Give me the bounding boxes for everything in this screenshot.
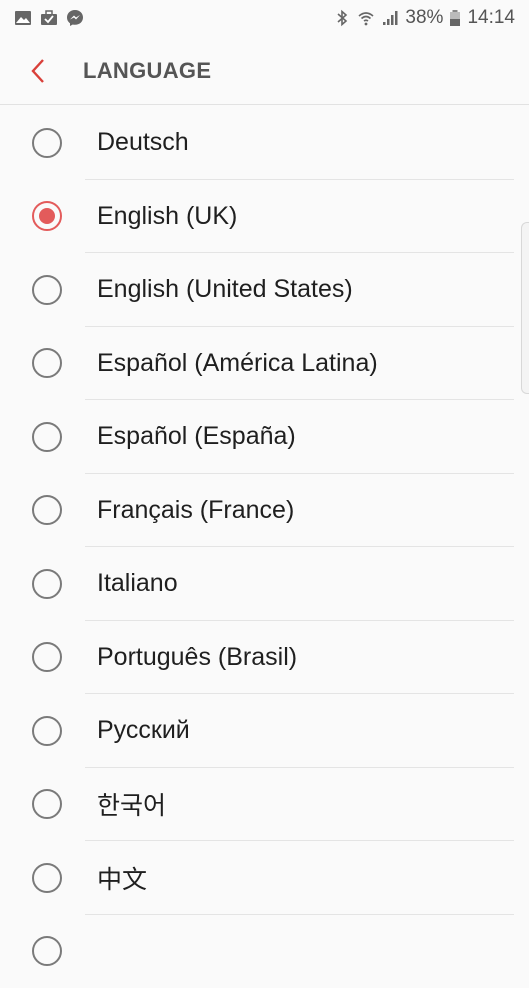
radio-button[interactable] [32,128,62,158]
clock: 14:14 [467,7,515,29]
back-button[interactable] [22,56,52,86]
wifi-icon [357,9,375,27]
radio-button-selected[interactable] [32,201,62,231]
notification-icons [14,9,84,27]
radio-button[interactable] [32,495,62,525]
messenger-icon [66,9,84,27]
language-option-espanol-latam[interactable]: Español (América Latina) [0,327,529,401]
language-option-espanol-espana[interactable]: Español (España) [0,400,529,474]
language-option-portugues[interactable]: Português (Brasil) [0,621,529,695]
bluetooth-icon [333,9,351,27]
language-option-deutsch[interactable]: Deutsch [0,106,529,180]
language-option-chinese[interactable]: 中文 [0,841,529,915]
chevron-left-icon [28,57,46,85]
radio-button[interactable] [32,275,62,305]
language-option-korean[interactable]: 한국어 [0,768,529,842]
radio-button[interactable] [32,936,62,966]
scroll-handle[interactable] [521,222,529,394]
language-label: Deutsch [97,128,189,157]
language-label: Русский [97,716,190,745]
status-bar: 38% 14:14 [0,0,529,36]
language-option-russian[interactable]: Русский [0,694,529,768]
app-bar: LANGUAGE [0,36,529,105]
language-label: Italiano [97,569,178,598]
language-label: English (United States) [97,275,353,304]
battery-percent: 38% [405,7,443,29]
language-list: Deutsch English (UK) English (United Sta… [0,106,529,988]
language-label: 한국어 [97,786,166,822]
battery-icon [449,9,461,27]
language-label: Français (France) [97,496,294,525]
page-title: LANGUAGE [83,58,211,84]
language-option-francais[interactable]: Français (France) [0,474,529,548]
radio-button[interactable] [32,863,62,893]
radio-button[interactable] [32,642,62,672]
radio-button[interactable] [32,569,62,599]
system-indicators: 38% 14:14 [333,7,515,29]
language-option-partial[interactable] [0,915,529,988]
radio-button[interactable] [32,422,62,452]
language-option-italiano[interactable]: Italiano [0,547,529,621]
radio-button[interactable] [32,348,62,378]
radio-button[interactable] [32,716,62,746]
language-label: Português (Brasil) [97,643,297,672]
language-label: Español (España) [97,422,296,451]
gallery-icon [14,9,32,27]
radio-button[interactable] [32,789,62,819]
language-label: English (UK) [97,202,237,231]
language-label: 中文 [97,860,147,896]
signal-icon [381,9,399,27]
language-label: Español (América Latina) [97,349,378,378]
language-option-english-us[interactable]: English (United States) [0,253,529,327]
language-option-english-uk[interactable]: English (UK) [0,180,529,254]
briefcase-icon [40,9,58,27]
